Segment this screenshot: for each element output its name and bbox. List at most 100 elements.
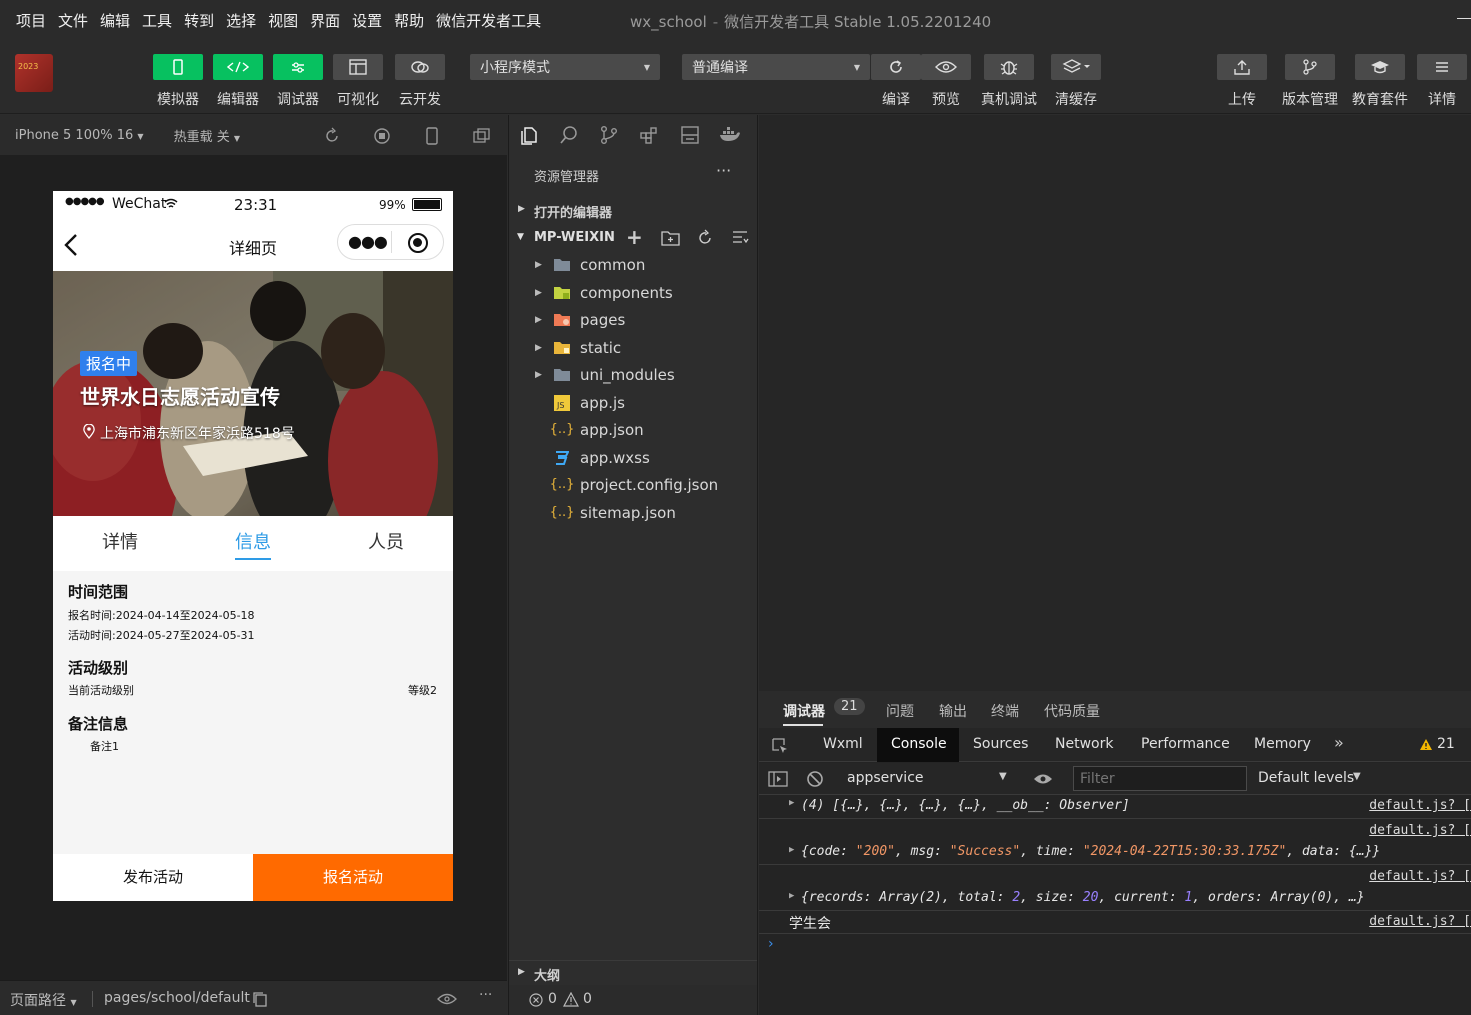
simulator-button[interactable]: 模拟器 (153, 54, 203, 109)
console-prompt-icon[interactable]: › (768, 936, 774, 952)
tree-file-app-json[interactable]: ▶ {..} app.json (509, 416, 757, 443)
console-log-entry[interactable]: default.js? [ ▶ {code: "200", msg: "Succ… (759, 820, 1471, 865)
clear-cache-button[interactable]: 清缓存 (1051, 54, 1101, 109)
back-arrow-icon[interactable] (63, 233, 79, 257)
compile-mode-select[interactable]: 普通编译 ▼ (682, 54, 870, 80)
detach-window-icon[interactable] (472, 127, 492, 145)
search-icon[interactable] (559, 125, 579, 145)
page-path-select[interactable]: 页面路径 ▼ (10, 990, 77, 1010)
close-miniprogram-icon[interactable] (408, 233, 428, 253)
source-link[interactable]: default.js? [ (1369, 798, 1471, 813)
sidebar-toggle-icon[interactable] (768, 771, 788, 787)
more-dots-icon[interactable]: ●●● (348, 232, 388, 251)
cloud-button[interactable]: 云开发 (395, 54, 445, 109)
tab-performance[interactable]: Performance (1141, 736, 1230, 752)
collapse-all-icon[interactable] (732, 230, 749, 245)
menu-edit[interactable]: 编辑 (94, 10, 136, 31)
tree-folder-common[interactable]: ▶ common (509, 251, 757, 278)
warning-count[interactable]: 21 (1437, 736, 1455, 752)
minimize-button[interactable] (1441, 0, 1471, 40)
upload-button[interactable]: 上传 (1217, 54, 1267, 109)
mode-select[interactable]: 小程序模式 ▼ (470, 54, 660, 80)
source-link[interactable]: default.js? [ (1369, 914, 1471, 929)
more-actions-icon[interactable]: ··· (716, 161, 731, 180)
menu-view[interactable]: 视图 (262, 10, 304, 31)
tree-file-app-js[interactable]: ▶ JS app.js (509, 389, 757, 416)
tab-sources[interactable]: Sources (973, 736, 1028, 752)
storage-icon[interactable] (680, 125, 700, 145)
project-section[interactable]: ▼ MP-WEIXIN + (509, 225, 757, 250)
editor-button[interactable]: 编辑器 (213, 54, 263, 109)
console-log-entry[interactable]: ▶ (4) [{…}, {…}, {…}, {…}, __ob__: Obser… (759, 795, 1471, 819)
project-avatar[interactable]: 2023 (15, 54, 53, 92)
tree-file-app-wxss[interactable]: ▶ app.wxss (509, 444, 757, 471)
refresh-icon[interactable] (696, 229, 714, 247)
phone-icon[interactable] (425, 127, 439, 145)
debugger-button[interactable]: 调试器 (273, 54, 323, 109)
console-log-entry[interactable]: 学生会 default.js? [ (759, 912, 1471, 934)
more-tabs-icon[interactable]: » (1334, 733, 1344, 752)
clear-console-icon[interactable] (806, 770, 824, 788)
context-select[interactable]: appservice ▼ (839, 767, 1009, 791)
visual-button[interactable]: 可视化 (333, 54, 383, 109)
tab-network[interactable]: Network (1055, 736, 1113, 752)
source-link[interactable]: default.js? [ (1369, 869, 1471, 884)
real-device-debug-button[interactable]: 真机调试 (981, 54, 1037, 109)
details-button[interactable]: 详情 (1417, 54, 1467, 109)
eye-icon[interactable] (437, 993, 457, 1005)
menu-project[interactable]: 项目 (0, 10, 52, 31)
tree-file-project-config[interactable]: ▶ {..} project.config.json (509, 471, 757, 498)
open-editors-section[interactable]: ▶ 打开的编辑器 (509, 199, 757, 223)
preview-button[interactable]: 预览 (921, 54, 971, 109)
log-levels-select[interactable]: Default levels ▼ (1258, 767, 1368, 791)
outline-section[interactable]: ▶ 大纲 (509, 960, 757, 984)
tab-output[interactable]: 输出 (939, 701, 967, 721)
tree-folder-static[interactable]: ▶ static (509, 334, 757, 361)
publish-activity-button[interactable]: 发布活动 (53, 854, 253, 901)
menu-wechat-devtools[interactable]: 微信开发者工具 (430, 10, 547, 31)
device-select[interactable]: iPhone 5 100% 16 ▼ (15, 128, 144, 143)
tab-members[interactable]: 人员 (368, 528, 404, 554)
tab-issues[interactable]: 问题 (886, 701, 914, 721)
menu-tools[interactable]: 工具 (136, 10, 178, 31)
tab-details[interactable]: 详情 (102, 528, 138, 554)
new-folder-icon[interactable] (661, 229, 680, 246)
expand-arrow-icon[interactable]: ▶ (789, 891, 794, 901)
source-link[interactable]: default.js? [ (1369, 823, 1471, 838)
copy-icon[interactable] (252, 991, 268, 1007)
problems-status[interactable]: 0 0 (509, 985, 757, 1015)
signup-activity-button[interactable]: 报名活动 (253, 854, 453, 901)
menu-settings[interactable]: 设置 (346, 10, 388, 31)
console-filter-input[interactable] (1073, 766, 1247, 791)
source-control-icon[interactable] (599, 125, 619, 145)
menu-select[interactable]: 选择 (220, 10, 262, 31)
tree-folder-uni-modules[interactable]: ▶ uni_modules (509, 361, 757, 388)
tab-info[interactable]: 信息 (235, 528, 271, 554)
version-management-button[interactable]: 版本管理 (1282, 54, 1338, 109)
stop-icon[interactable] (373, 127, 391, 145)
tab-code-quality[interactable]: 代码质量 (1044, 701, 1100, 721)
docker-icon[interactable] (719, 125, 741, 145)
menu-help[interactable]: 帮助 (388, 10, 430, 31)
tab-debugger[interactable]: 调试器 (783, 701, 825, 721)
tab-memory[interactable]: Memory (1254, 736, 1311, 752)
console-log-entry[interactable]: default.js? [ ▶ {records: Array(2), tota… (759, 866, 1471, 911)
new-file-icon[interactable]: + (626, 225, 643, 249)
extensions-icon[interactable] (639, 125, 659, 145)
inspect-element-icon[interactable] (771, 737, 789, 755)
tree-folder-pages[interactable]: ▶ pages (509, 306, 757, 333)
more-icon[interactable]: ··· (479, 987, 492, 1003)
eye-icon[interactable] (1033, 772, 1053, 786)
menu-file[interactable]: 文件 (52, 10, 94, 31)
rotate-icon[interactable] (323, 127, 341, 145)
tab-terminal[interactable]: 终端 (991, 701, 1019, 721)
tree-file-sitemap[interactable]: ▶ {..} sitemap.json (509, 499, 757, 526)
expand-arrow-icon[interactable]: ▶ (789, 845, 794, 855)
education-kit-button[interactable]: 教育套件 (1352, 54, 1408, 109)
compile-button[interactable]: 编译 (871, 54, 921, 109)
files-icon[interactable] (519, 125, 539, 145)
menu-interface[interactable]: 界面 (304, 10, 346, 31)
tab-wxml[interactable]: Wxml (823, 736, 863, 752)
tree-folder-components[interactable]: ▶ components (509, 279, 757, 306)
menu-goto[interactable]: 转到 (178, 10, 220, 31)
